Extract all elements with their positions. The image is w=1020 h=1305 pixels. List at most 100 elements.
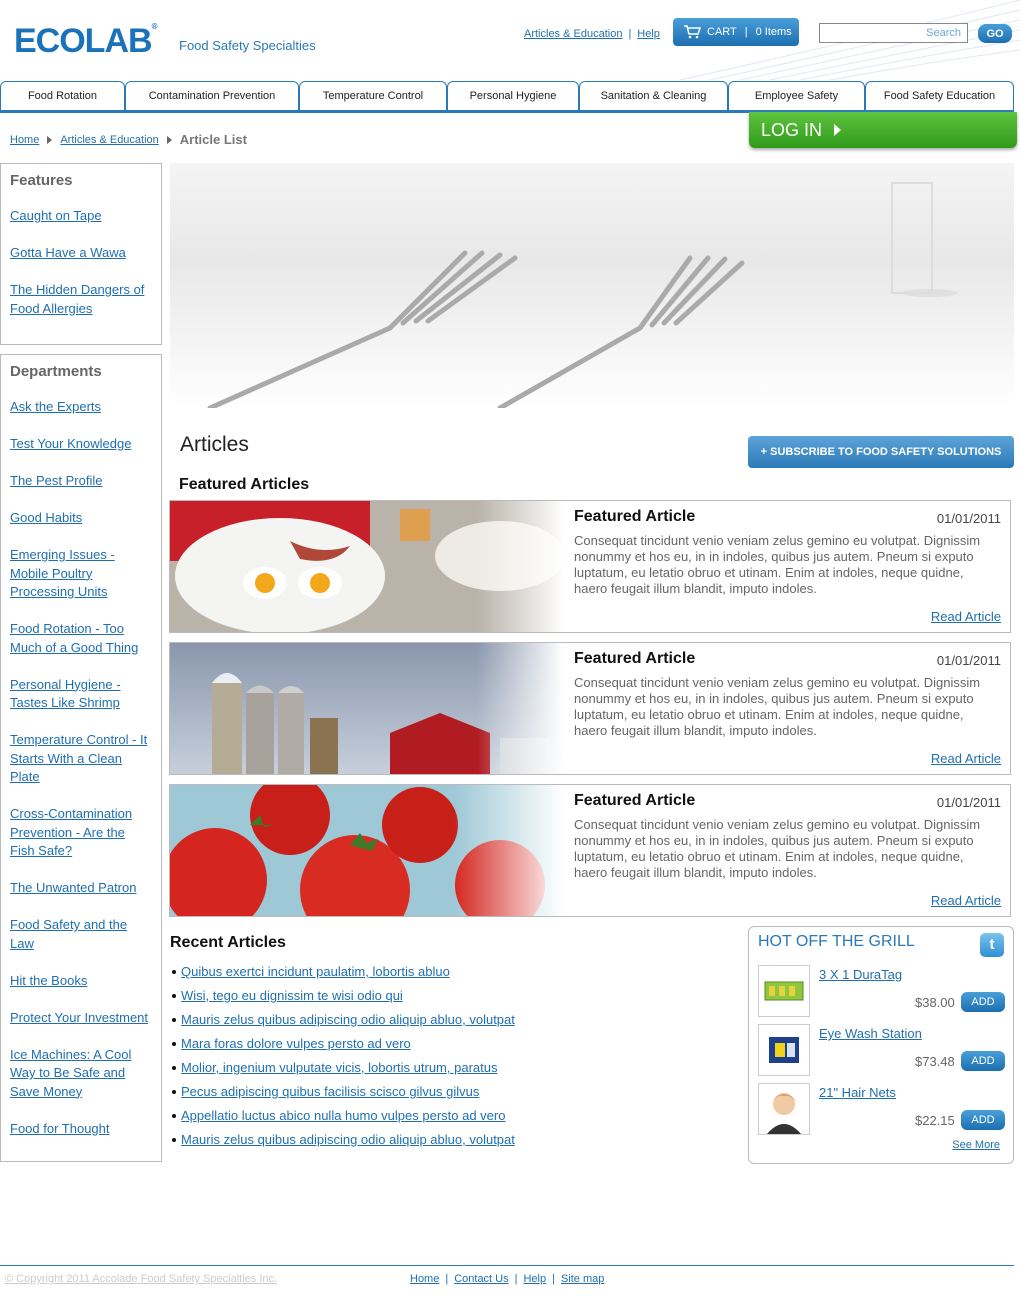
cart-count: 0 Items [755, 26, 792, 38]
product-item: 21" Hair Nets $22.15 ADD [758, 1083, 1008, 1135]
breadcrumb-home[interactable]: Home [10, 134, 39, 146]
recent-article-link[interactable]: Pecus adipiscing quibus facilisis scisco… [181, 1080, 479, 1104]
add-to-cart-button[interactable]: ADD [961, 1110, 1005, 1130]
list-item: Mauris zelus quibus adipiscing odio aliq… [172, 1008, 515, 1032]
footer-link-contact[interactable]: Contact Us [454, 1273, 508, 1285]
nav-tab-food-rotation[interactable]: Food Rotation [0, 81, 125, 110]
toplink-articles[interactable]: Articles & Education [524, 28, 622, 40]
product-thumbnail[interactable] [758, 965, 810, 1017]
recent-article-link[interactable]: Quibus exertci incidunt paulatim, lobort… [181, 960, 450, 984]
list-item: Appellatio luctus abico nulla humo vulpe… [172, 1104, 515, 1128]
search-go-button[interactable]: GO [978, 24, 1012, 43]
featured-article-card: Featured Article 01/01/2011 Consequat ti… [169, 784, 1011, 917]
featured-article-title: Featured Article [574, 650, 696, 667]
recent-article-link[interactable]: Mauris zelus quibus adipiscing odio aliq… [181, 1008, 515, 1032]
see-more-link[interactable]: See More [952, 1139, 1000, 1151]
featured-article-title: Featured Article [574, 508, 696, 525]
recent-article-link[interactable]: Wisi, tego eu dignissim te wisi odio qui [181, 984, 403, 1008]
department-link[interactable]: Ice Machines: A Cool Way to Be Safe and … [10, 1046, 152, 1102]
search-input[interactable] [819, 23, 968, 43]
recent-articles-heading: Recent Articles [170, 934, 286, 951]
nav-tab-temperature-control[interactable]: Temperature Control [299, 81, 447, 110]
farm-silos-image [170, 643, 564, 774]
recent-article-link[interactable]: Molior, ingenium vulputate vicis, lobort… [181, 1056, 497, 1080]
nav-tab-personal-hygiene[interactable]: Personal Hygiene [447, 81, 579, 110]
footer-link-sitemap[interactable]: Site map [561, 1273, 604, 1285]
feature-link[interactable]: The Hidden Dangers of Food Allergies [10, 281, 152, 318]
feature-link[interactable]: Caught on Tape [10, 207, 152, 226]
departments-box: Departments Ask the Experts Test Your Kn… [0, 354, 162, 1162]
nav-tab-contamination-prevention[interactable]: Contamination Prevention [125, 81, 299, 110]
product-price: $38.00 [915, 995, 955, 1010]
cart-button[interactable]: CART | 0 Items [673, 18, 799, 46]
department-link[interactable]: Personal Hygiene - Tastes Like Shrimp [10, 676, 152, 713]
recent-article-link[interactable]: Mauris zelus quibus adipiscing odio aliq… [181, 1128, 515, 1152]
department-link[interactable]: The Pest Profile [10, 472, 152, 491]
features-heading: Features [10, 172, 73, 189]
breadcrumb: Home Articles & Education Article List [10, 132, 247, 147]
list-item: Wisi, tego eu dignissim te wisi odio qui [172, 984, 515, 1008]
grill-heading: HOT OFF THE GRILL [758, 933, 915, 950]
subscribe-button[interactable]: + SUBSCRIBE TO FOOD SAFETY SOLUTIONS [748, 436, 1014, 468]
breakfast-image [170, 501, 564, 632]
footer-link-help[interactable]: Help [523, 1273, 546, 1285]
department-link[interactable]: Temperature Control - It Starts With a C… [10, 731, 152, 787]
nav-tab-employee-safety[interactable]: Employee Safety [728, 81, 865, 110]
recent-articles-list: Quibus exertci incidunt paulatim, lobort… [172, 960, 515, 1152]
list-item: Molior, ingenium vulputate vicis, lobort… [172, 1056, 515, 1080]
login-button[interactable]: LOG IN [749, 112, 1017, 148]
footer-link-home[interactable]: Home [410, 1273, 439, 1285]
twitter-icon[interactable]: t [980, 933, 1004, 957]
featured-article-date: 01/01/2011 [936, 795, 1001, 810]
department-link[interactable]: Ask the Experts [10, 398, 152, 417]
add-to-cart-button[interactable]: ADD [961, 992, 1005, 1012]
read-article-link[interactable]: Read Article [931, 609, 1001, 624]
featured-article-title: Featured Article [574, 792, 696, 809]
department-link[interactable]: Test Your Knowledge [10, 435, 152, 454]
department-link[interactable]: Food Safety and the Law [10, 916, 152, 953]
feature-link[interactable]: Gotta Have a Wawa [10, 244, 152, 263]
department-link[interactable]: Hit the Books [10, 972, 152, 991]
featured-article-date: 01/01/2011 [936, 511, 1001, 526]
product-thumbnail[interactable] [758, 1083, 810, 1135]
department-link[interactable]: Cross-Contamination Prevention - Are the… [10, 805, 152, 861]
product-name-link[interactable]: 21" Hair Nets [819, 1085, 896, 1100]
department-link[interactable]: Food for Thought [10, 1120, 152, 1139]
department-link[interactable]: Protect Your Investment [10, 1009, 152, 1028]
nav-tab-food-safety-education[interactable]: Food Safety Education [865, 81, 1014, 110]
list-item: Mara foras dolore vulpes persto ad vero [172, 1032, 515, 1056]
department-link[interactable]: Food Rotation - Too Much of a Good Thing [10, 620, 152, 657]
product-price: $22.15 [915, 1113, 955, 1128]
footer-divider [0, 1265, 1014, 1266]
hero-forks-image [170, 163, 1014, 408]
list-item: Mauris zelus quibus adipiscing odio aliq… [172, 1128, 515, 1152]
recent-article-link[interactable]: Appellatio luctus abico nulla humo vulpe… [181, 1104, 505, 1128]
logo-subtitle: Food Safety Specialties [179, 38, 316, 53]
login-label: LOG IN [761, 119, 823, 140]
read-article-link[interactable]: Read Article [931, 893, 1001, 908]
product-name-link[interactable]: 3 X 1 DuraTag [819, 967, 902, 982]
featured-article-card: Featured Article 01/01/2011 Consequat ti… [169, 642, 1011, 775]
read-article-link[interactable]: Read Article [931, 751, 1001, 766]
featured-article-date: 01/01/2011 [936, 653, 1001, 668]
breadcrumb-arrow-icon [47, 135, 53, 144]
ecolab-logo[interactable]: ECOLAB® [14, 22, 157, 61]
toplink-help[interactable]: Help [637, 28, 660, 40]
cart-icon [684, 25, 701, 39]
department-link[interactable]: Good Habits [10, 509, 152, 528]
department-link[interactable]: The Unwanted Patron [10, 879, 152, 898]
tomatoes-image [170, 785, 564, 916]
featured-article-text: Consequat tincidunt venio veniam zelus g… [574, 675, 981, 738]
featured-article-text: Consequat tincidunt venio veniam zelus g… [574, 817, 981, 880]
breadcrumb-section[interactable]: Articles & Education [60, 134, 158, 146]
footer-links: Home | Contact Us | Help | Site map [410, 1273, 605, 1285]
product-name-link[interactable]: Eye Wash Station [819, 1026, 922, 1041]
product-thumbnail[interactable] [758, 1024, 810, 1076]
featured-article-text: Consequat tincidunt venio veniam zelus g… [574, 533, 981, 596]
department-link[interactable]: Emerging Issues - Mobile Poultry Process… [10, 546, 152, 602]
features-box: Features Caught on Tape Gotta Have a Waw… [0, 163, 162, 345]
nav-tab-sanitation-cleaning[interactable]: Sanitation & Cleaning [579, 81, 728, 110]
recent-article-link[interactable]: Mara foras dolore vulpes persto ad vero [181, 1032, 411, 1056]
add-to-cart-button[interactable]: ADD [961, 1051, 1005, 1071]
top-links: Articles & Education | Help [524, 28, 660, 40]
